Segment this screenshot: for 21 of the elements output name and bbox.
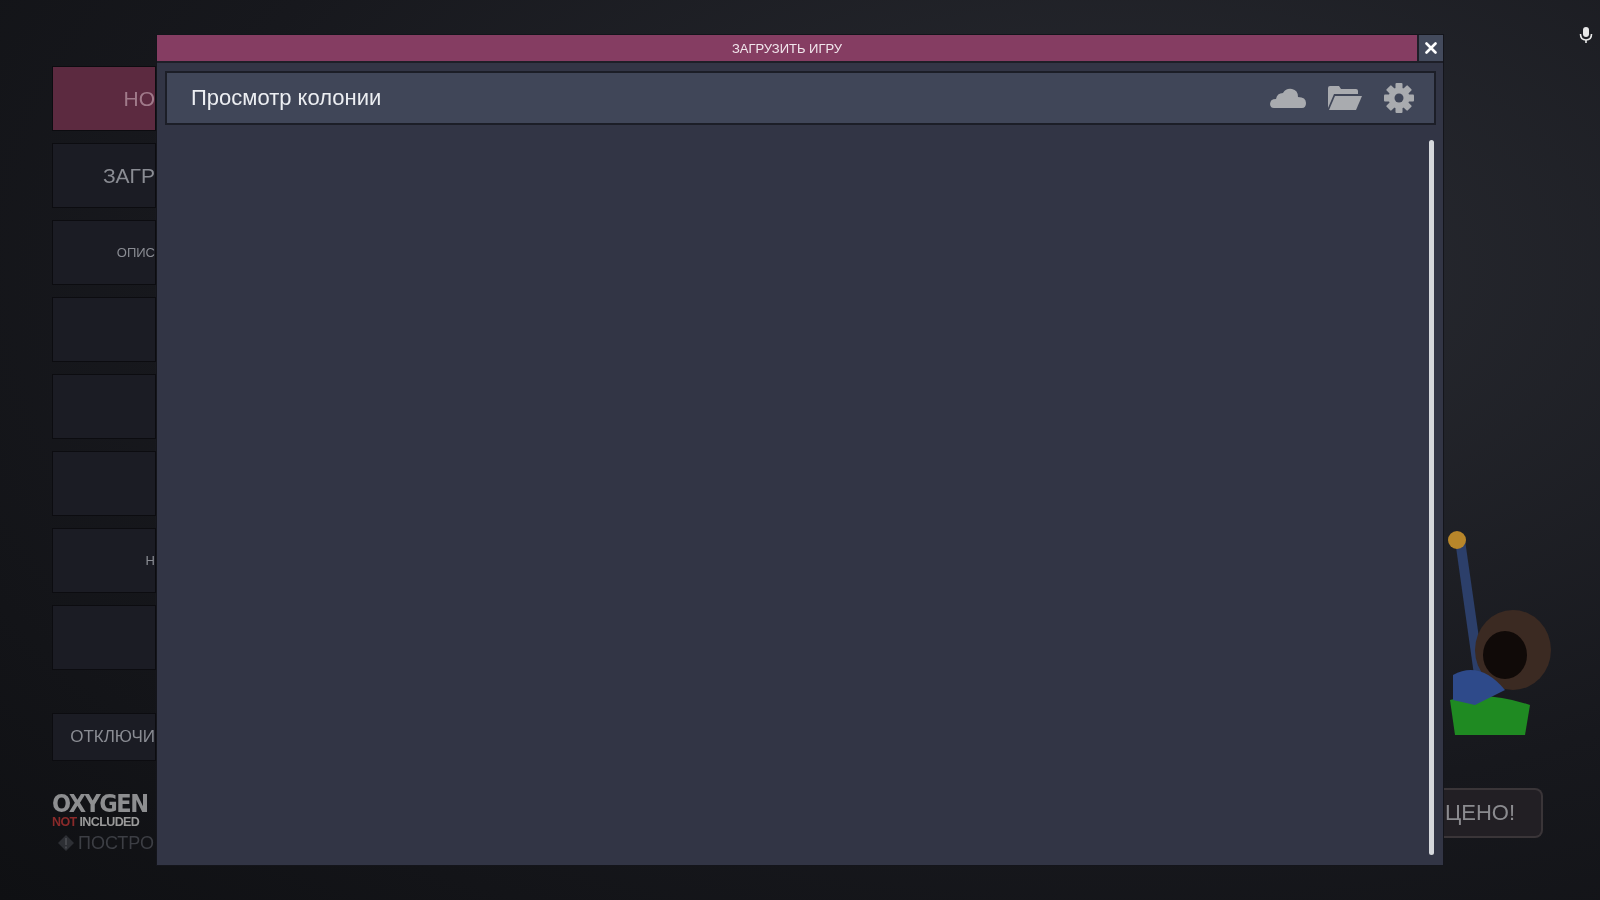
menu-button[interactable]: ОПИС — [52, 220, 156, 285]
logo-subtitle: NOT INCLUDED — [52, 816, 141, 829]
side-button[interactable]: ЦЕНО! — [1443, 788, 1543, 838]
close-icon — [1425, 42, 1437, 54]
colony-view-title: Просмотр колонии — [191, 85, 383, 111]
cloud-icon — [1270, 88, 1306, 108]
folder-button[interactable] — [1328, 86, 1362, 110]
exit-button[interactable]: ОТКЛЮЧИ — [52, 713, 156, 761]
menu-button[interactable]: НО — [52, 66, 156, 131]
dialog-title: ЗАГРУЗИТЬ ИГРУ — [157, 35, 1417, 61]
settings-icon — [1384, 83, 1414, 113]
warning-icon — [58, 835, 74, 851]
microphone-icon[interactable] — [1577, 26, 1595, 44]
cloud-button[interactable] — [1270, 88, 1306, 108]
logo-title: OXYGEN — [52, 791, 149, 816]
settings-button[interactable] — [1384, 83, 1414, 113]
scrollbar[interactable] — [1429, 140, 1434, 855]
menu-button[interactable]: Н — [52, 528, 156, 593]
folder-icon — [1328, 86, 1362, 110]
menu-button[interactable]: ЗАГР — [52, 143, 156, 208]
close-button[interactable] — [1417, 35, 1443, 61]
